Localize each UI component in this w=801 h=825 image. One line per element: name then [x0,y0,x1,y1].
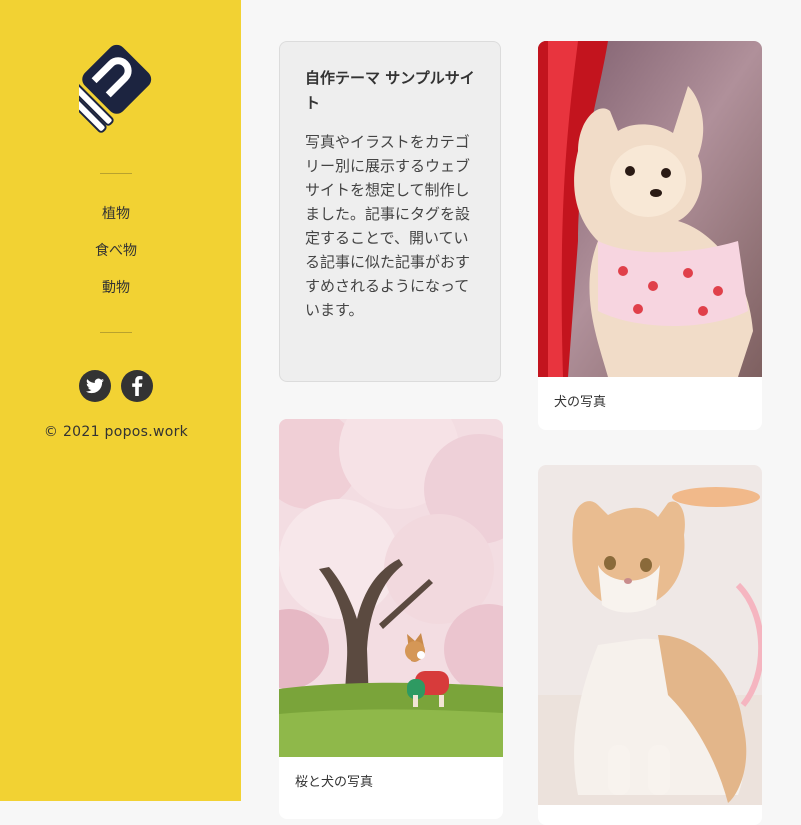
facebook-icon [132,376,143,396]
category-nav: 植物 食べ物 動物 [0,204,232,315]
post-card[interactable]: 桜と犬の写真 [279,419,503,819]
post-card[interactable] [538,465,762,825]
twitter-icon [86,378,104,394]
intro-body: 写真やイラストをカテゴリー別に展示するウェブサイトを想定して制作しました。記事に… [305,133,471,319]
intro-title: 自作テーマ サンプルサイト [305,69,475,112]
dog-photo [538,41,762,377]
post-caption [538,805,762,825]
post-caption: 犬の写真 [554,395,607,410]
nav-item-food[interactable]: 食べ物 [0,241,232,278]
cat-photo [538,465,762,805]
sidebar-divider-bottom [100,332,132,333]
copyright: © 2021 popos.work [43,424,189,440]
nav-item-animals[interactable]: 動物 [0,278,232,315]
site-logo[interactable] [79,40,154,140]
twitter-link[interactable] [79,370,111,402]
facebook-link[interactable] [121,370,153,402]
sidebar: 植物 食べ物 動物 © 2021 popos.work [0,0,241,801]
intro-card: 自作テーマ サンプルサイト 写真やイラストをカテゴリー別に展示するウェブサイトを… [279,41,501,382]
post-card[interactable]: 犬の写真 [538,41,762,430]
post-caption: 桜と犬の写真 [295,775,374,790]
sidebar-divider-top [100,173,132,174]
sakura-dog-photo [279,419,503,757]
social-links [79,370,153,402]
nav-item-plants[interactable]: 植物 [0,204,232,241]
